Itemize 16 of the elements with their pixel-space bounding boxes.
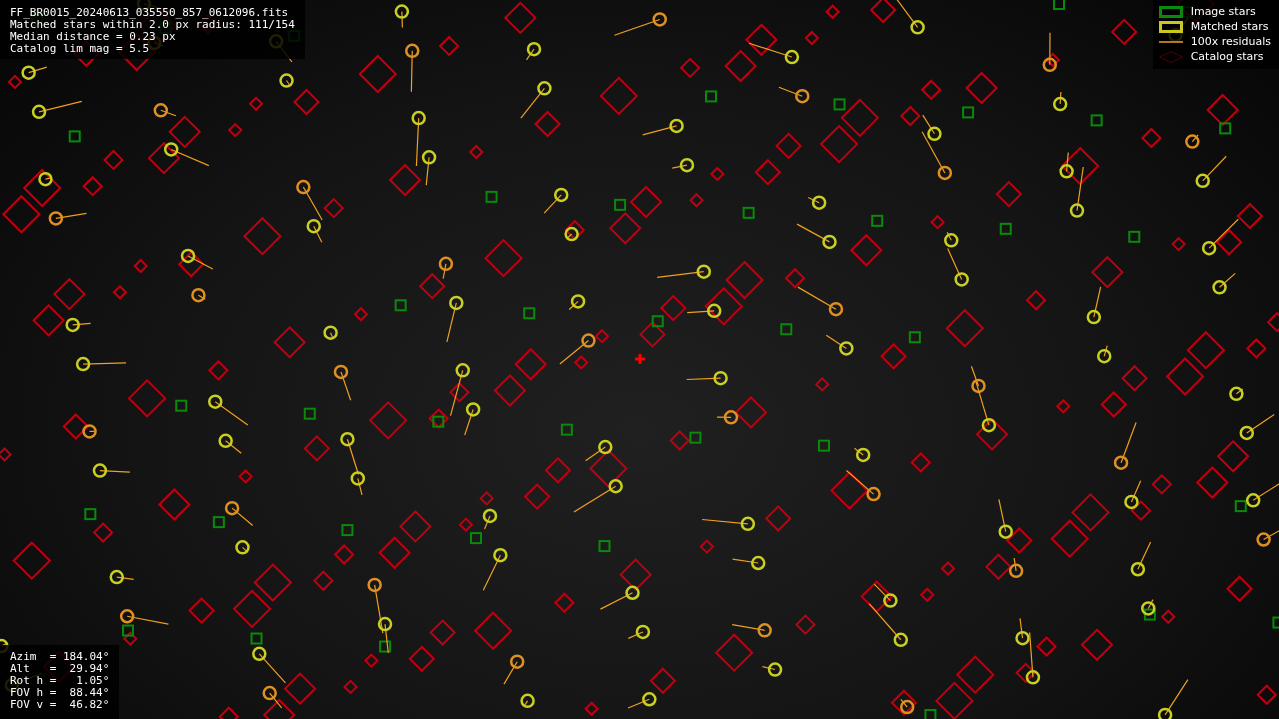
pointing-text: Azim = 184.04° xyxy=(10,651,110,663)
square-marker-icon xyxy=(1158,6,1183,18)
legend-label: Matched stars xyxy=(1190,20,1269,34)
pointing-text: FOV h = 88.44° xyxy=(10,687,110,699)
matched-marker-icon xyxy=(1158,21,1183,33)
pointing-text: FOV v = 46.82° xyxy=(10,699,110,711)
pointing-text: Alt = 29.94° xyxy=(10,663,110,675)
legend-label: 100x residuals xyxy=(1190,35,1271,49)
info-text: Catalog lim mag = 5.5 xyxy=(10,43,151,55)
diamond-icon xyxy=(1158,51,1183,63)
legend-label: Catalog stars xyxy=(1190,50,1264,64)
info-text: FF_BR0015_20240613_035550_857_0612096.fits xyxy=(10,7,290,19)
legend-label: Image stars xyxy=(1190,5,1256,19)
pointing-text: Rot h = 1.05° xyxy=(10,675,110,687)
info-text: Median distance = 0.23 px xyxy=(10,31,177,43)
info-text: Matched stars within 2.0 px radius: 111/154 xyxy=(10,19,295,31)
